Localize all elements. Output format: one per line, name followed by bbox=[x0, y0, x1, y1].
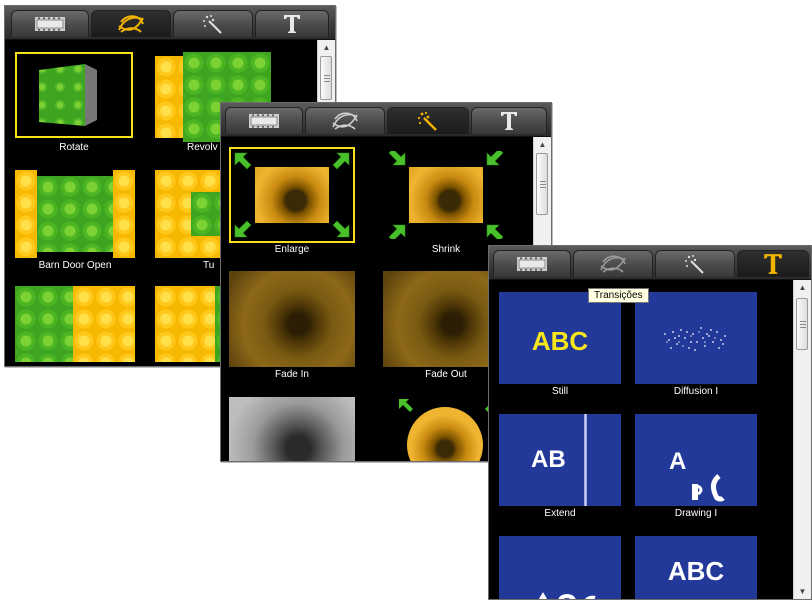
effect-item[interactable] bbox=[229, 397, 355, 461]
tab-effects[interactable] bbox=[387, 107, 469, 134]
tab-effects[interactable] bbox=[655, 250, 735, 277]
title-item[interactable] bbox=[499, 536, 621, 599]
still-preview-text: ABC bbox=[531, 326, 589, 356]
extend-preview-text: AB bbox=[531, 446, 566, 473]
enlarge-arrows-icon bbox=[234, 152, 350, 238]
vertical-scrollbar[interactable]: ▲ ▼ bbox=[793, 280, 811, 599]
titles-panel: ABC Still Diffusion I AB Extend A Drawin… bbox=[488, 245, 812, 600]
tab-transitions[interactable] bbox=[91, 10, 171, 37]
scroll-up-arrow[interactable]: ▲ bbox=[534, 137, 551, 152]
tab-transitions[interactable] bbox=[305, 107, 385, 134]
film-strip-icon bbox=[35, 17, 65, 31]
effect-arrows-icon bbox=[399, 399, 499, 412]
transition-item[interactable] bbox=[15, 286, 135, 362]
fade-in-preview bbox=[229, 271, 355, 367]
effects-grid: Enlarge Shrink Fade In Fade Out bbox=[221, 137, 533, 461]
title-extend[interactable]: AB bbox=[499, 414, 621, 506]
item-label: Enlarge bbox=[274, 244, 310, 255]
film-strip-icon bbox=[249, 114, 279, 128]
title-item[interactable]: ABC bbox=[635, 536, 757, 599]
transition-preview bbox=[155, 286, 215, 362]
barn-door-right bbox=[113, 170, 135, 258]
film-strip-icon bbox=[517, 257, 547, 271]
tab-bar bbox=[489, 246, 811, 280]
transition-preview bbox=[73, 286, 135, 362]
scroll-thumb[interactable] bbox=[796, 298, 808, 350]
magic-wand-icon bbox=[417, 111, 437, 131]
title-drawing[interactable]: A bbox=[635, 414, 757, 506]
title-preview-partial bbox=[538, 592, 596, 599]
tab-bar bbox=[221, 103, 551, 137]
scroll-up-arrow[interactable]: ▲ bbox=[794, 280, 811, 295]
magic-wand-icon bbox=[685, 255, 704, 274]
tab-transitions[interactable] bbox=[573, 250, 653, 277]
scroll-up-arrow[interactable]: ▲ bbox=[318, 40, 335, 55]
tab-titles[interactable] bbox=[737, 250, 809, 277]
diffusion-preview bbox=[664, 327, 726, 351]
tab-effects[interactable] bbox=[173, 10, 253, 37]
transition-rotate[interactable] bbox=[33, 60, 115, 132]
titles-grid: ABC Still Diffusion I AB Extend A Drawin… bbox=[489, 280, 793, 599]
barn-door-center bbox=[37, 176, 113, 252]
scroll-down-arrow[interactable]: ▼ bbox=[794, 584, 811, 599]
transition-swirl-icon bbox=[600, 255, 626, 273]
title-text-icon bbox=[284, 15, 300, 33]
tab-titles[interactable] bbox=[255, 10, 329, 37]
tab-video-clips[interactable] bbox=[493, 250, 571, 277]
tab-titles[interactable] bbox=[471, 107, 547, 134]
scroll-thumb[interactable] bbox=[536, 153, 548, 215]
magic-wand-icon bbox=[203, 15, 222, 34]
effect-shrink[interactable] bbox=[387, 151, 505, 239]
effect-fade-in[interactable] bbox=[229, 271, 355, 367]
title-still[interactable]: ABC bbox=[499, 292, 621, 384]
transition-swirl-icon bbox=[118, 15, 144, 33]
tab-video-clips[interactable] bbox=[225, 107, 303, 134]
title-text-icon bbox=[501, 112, 517, 130]
transition-preview bbox=[15, 286, 73, 362]
scroll-thumb[interactable] bbox=[320, 56, 332, 100]
tab-bar bbox=[5, 6, 335, 40]
tab-video-clips[interactable] bbox=[11, 10, 89, 37]
transition-swirl-icon bbox=[332, 112, 358, 130]
title-preview-text: ABC bbox=[667, 556, 725, 586]
effect-item[interactable] bbox=[397, 397, 501, 461]
transition-barn-door-open[interactable] bbox=[15, 170, 135, 258]
effect-enlarge[interactable] bbox=[233, 151, 351, 239]
barn-door-left bbox=[15, 170, 37, 258]
item-label: Fade In bbox=[275, 369, 309, 380]
item-label: Drawing I bbox=[674, 508, 718, 519]
item-label: Still bbox=[551, 386, 569, 397]
title-diffusion[interactable] bbox=[635, 292, 757, 384]
title-text-icon bbox=[764, 254, 782, 274]
revolve-preview bbox=[155, 56, 183, 138]
effect-preview bbox=[229, 397, 355, 461]
rotate-cube-preview bbox=[39, 64, 97, 126]
item-label: Rotate bbox=[59, 142, 89, 153]
drawing-preview-strokes bbox=[692, 474, 725, 502]
extend-line bbox=[584, 414, 587, 506]
item-label: Diffusion I bbox=[673, 386, 719, 397]
shrink-arrows-icon bbox=[388, 151, 504, 239]
item-label: Barn Door Open bbox=[38, 260, 112, 271]
tooltip: Transições bbox=[588, 288, 649, 303]
item-label: Extend bbox=[544, 508, 576, 519]
